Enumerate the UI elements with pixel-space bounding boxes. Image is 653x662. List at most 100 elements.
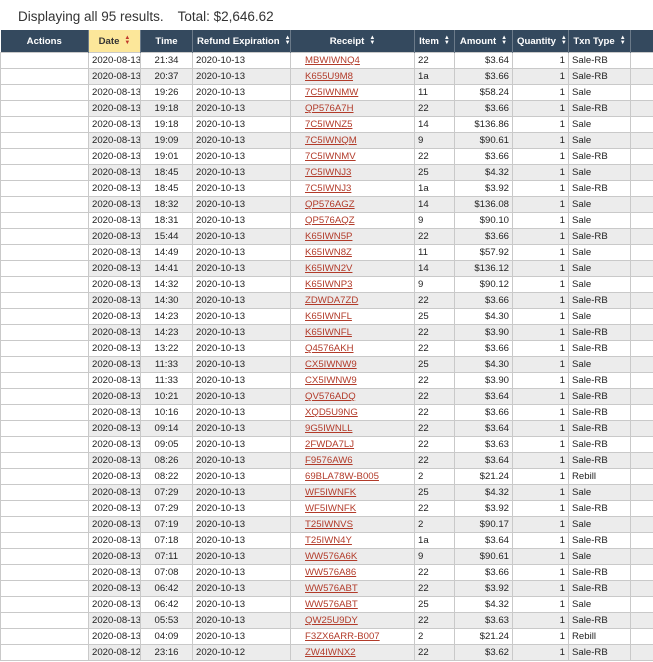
receipt-link[interactable]: MBWIWNQ4 xyxy=(305,55,360,66)
receipt-link[interactable]: K65IWN8Z xyxy=(305,247,352,258)
receipt-link[interactable]: 7C5IWNMW xyxy=(305,87,358,98)
receipt-link[interactable]: F3ZX6ARR-B007 xyxy=(305,631,380,642)
receipt-link[interactable]: WW576A6K xyxy=(305,551,357,562)
quantity-cell: 1 xyxy=(512,212,569,229)
amount-cell: $3.66 xyxy=(454,100,513,117)
extra-cell xyxy=(630,644,653,661)
sort-icon[interactable]: ▲ ▼ xyxy=(620,35,626,46)
extra-cell xyxy=(630,276,653,293)
receipt-link[interactable]: K65IWNP3 xyxy=(305,279,352,290)
sort-icon[interactable]: ▲ ▼ xyxy=(561,35,567,46)
receipt-cell: 7C5IWNJ3 xyxy=(290,180,415,197)
receipt-link[interactable]: 9G5IWNLL xyxy=(305,423,352,434)
column-header-quantity[interactable]: Quantity ▲ ▼ xyxy=(512,30,569,53)
receipt-link[interactable]: QV576ADQ xyxy=(305,391,356,402)
receipt-link[interactable]: WW576ABT xyxy=(305,599,358,610)
table-row: 2020-08-13 07:08 2020-10-13 WW576A86 22 $3.66… xyxy=(0,564,653,581)
actions-cell xyxy=(0,372,89,389)
txn-type-cell: Sale xyxy=(568,132,631,149)
amount-cell: $3.66 xyxy=(454,292,513,309)
receipt-link[interactable]: 2FWDA7LJ xyxy=(305,439,354,450)
item-cell: 14 xyxy=(414,260,455,277)
receipt-link[interactable]: 7C5IWNMV xyxy=(305,151,356,162)
receipt-link[interactable]: 7C5IWNJ3 xyxy=(305,167,351,178)
amount-cell: $21.24 xyxy=(454,628,513,645)
receipt-link[interactable]: 7C5IWNJ3 xyxy=(305,183,351,194)
date-cell: 2020-08-13 xyxy=(88,68,141,85)
item-cell: 22 xyxy=(414,292,455,309)
column-header-refund-expiration[interactable]: Refund Expiration ▲ ▼ xyxy=(192,30,291,53)
amount-cell: $4.30 xyxy=(454,356,513,373)
receipt-cell: WF5IWNFK xyxy=(290,500,415,517)
sort-icon[interactable]: ▲ ▼ xyxy=(444,35,450,46)
sort-icon[interactable]: ▲ ▼ xyxy=(501,35,507,46)
sort-icon[interactable]: ▲ ▼ xyxy=(285,35,290,46)
receipt-link[interactable]: QP576AGZ xyxy=(305,199,355,210)
receipt-link[interactable]: XQD5U9NG xyxy=(305,407,358,418)
receipt-link[interactable]: K65IWN5P xyxy=(305,231,352,242)
actions-cell xyxy=(0,500,89,517)
sort-icon[interactable]: ▲ ▼ xyxy=(124,35,130,46)
date-cell: 2020-08-13 xyxy=(88,292,141,309)
receipt-link[interactable]: WF5IWNFK xyxy=(305,503,356,514)
receipt-link[interactable]: WW576A86 xyxy=(305,567,356,578)
item-cell: 11 xyxy=(414,244,455,261)
receipt-link[interactable]: F9576AW6 xyxy=(305,455,353,466)
time-cell: 19:09 xyxy=(140,132,193,149)
receipt-link[interactable]: ZW4IWNX2 xyxy=(305,647,356,658)
amount-cell: $3.64 xyxy=(454,52,513,69)
receipt-link[interactable]: QW25U9DY xyxy=(305,615,358,626)
column-header-amount[interactable]: Amount ▲ ▼ xyxy=(454,30,513,53)
column-header-label: Quantity xyxy=(517,35,556,47)
extra-cell xyxy=(630,436,653,453)
receipt-link[interactable]: 7C5IWNZ5 xyxy=(305,119,352,130)
receipt-link[interactable]: K65IWNFL xyxy=(305,327,352,338)
receipt-link[interactable]: K65IWNFL xyxy=(305,311,352,322)
refund-expiration-cell: 2020-10-13 xyxy=(192,356,291,373)
receipt-link[interactable]: K655U9M8 xyxy=(305,71,353,82)
column-header-txn-type[interactable]: Txn Type ▲ ▼ xyxy=(568,30,631,53)
receipt-link[interactable]: WF5IWNFK xyxy=(305,487,356,498)
table-row: 2020-08-13 14:32 2020-10-13 K65IWNP3 9 $90.12… xyxy=(0,276,653,293)
table-row: 2020-08-13 09:05 2020-10-13 2FWDA7LJ 22 $3.63… xyxy=(0,436,653,453)
extra-cell xyxy=(630,468,653,485)
amount-cell: $3.63 xyxy=(454,436,513,453)
time-cell: 14:23 xyxy=(140,308,193,325)
receipt-link[interactable]: CX5IWNW9 xyxy=(305,375,357,386)
receipt-link[interactable]: QP576AQZ xyxy=(305,215,355,226)
quantity-cell: 1 xyxy=(512,180,569,197)
table-row: 2020-08-13 20:37 2020-10-13 K655U9M8 1a $3.66… xyxy=(0,68,653,85)
receipt-link[interactable]: QP576A7H xyxy=(305,103,354,114)
column-header-receipt[interactable]: Receipt ▲ ▼ xyxy=(290,30,415,53)
receipt-link[interactable]: K65IWN2V xyxy=(305,263,352,274)
quantity-cell: 1 xyxy=(512,532,569,549)
table-row: 2020-08-13 08:26 2020-10-13 F9576AW6 22 $3.64… xyxy=(0,452,653,469)
column-header-date[interactable]: Date ▲ ▼ xyxy=(88,30,141,53)
date-cell: 2020-08-13 xyxy=(88,420,141,437)
item-cell: 11 xyxy=(414,84,455,101)
date-cell: 2020-08-13 xyxy=(88,532,141,549)
txn-type-cell: Sale-RB xyxy=(568,388,631,405)
receipt-link[interactable]: 7C5IWNQM xyxy=(305,135,357,146)
amount-cell: $90.61 xyxy=(454,548,513,565)
table-row: 2020-08-13 07:29 2020-10-13 WF5IWNFK 22 $3.92… xyxy=(0,500,653,517)
receipt-link[interactable]: 69BLA78W-B005 xyxy=(305,471,379,482)
quantity-cell: 1 xyxy=(512,244,569,261)
txn-type-cell: Sale-RB xyxy=(568,612,631,629)
receipt-cell: 2FWDA7LJ xyxy=(290,436,415,453)
time-cell: 07:08 xyxy=(140,564,193,581)
sort-icon[interactable]: ▲ ▼ xyxy=(369,35,375,46)
time-cell: 05:53 xyxy=(140,612,193,629)
receipt-link[interactable]: T25IWN4Y xyxy=(305,535,352,546)
receipt-link[interactable]: T25IWNVS xyxy=(305,519,353,530)
quantity-cell: 1 xyxy=(512,564,569,581)
table-row: 2020-08-13 11:33 2020-10-13 CX5IWNW9 22 $3.90… xyxy=(0,372,653,389)
extra-cell xyxy=(630,404,653,421)
item-cell: 22 xyxy=(414,100,455,117)
receipt-link[interactable]: WW576ABT xyxy=(305,583,358,594)
date-cell: 2020-08-13 xyxy=(88,484,141,501)
receipt-link[interactable]: Q4576AKH xyxy=(305,343,354,354)
receipt-link[interactable]: CX5IWNW9 xyxy=(305,359,357,370)
column-header-item[interactable]: Item ▲ ▼ xyxy=(414,30,455,53)
receipt-link[interactable]: ZDWDA7ZD xyxy=(305,295,358,306)
